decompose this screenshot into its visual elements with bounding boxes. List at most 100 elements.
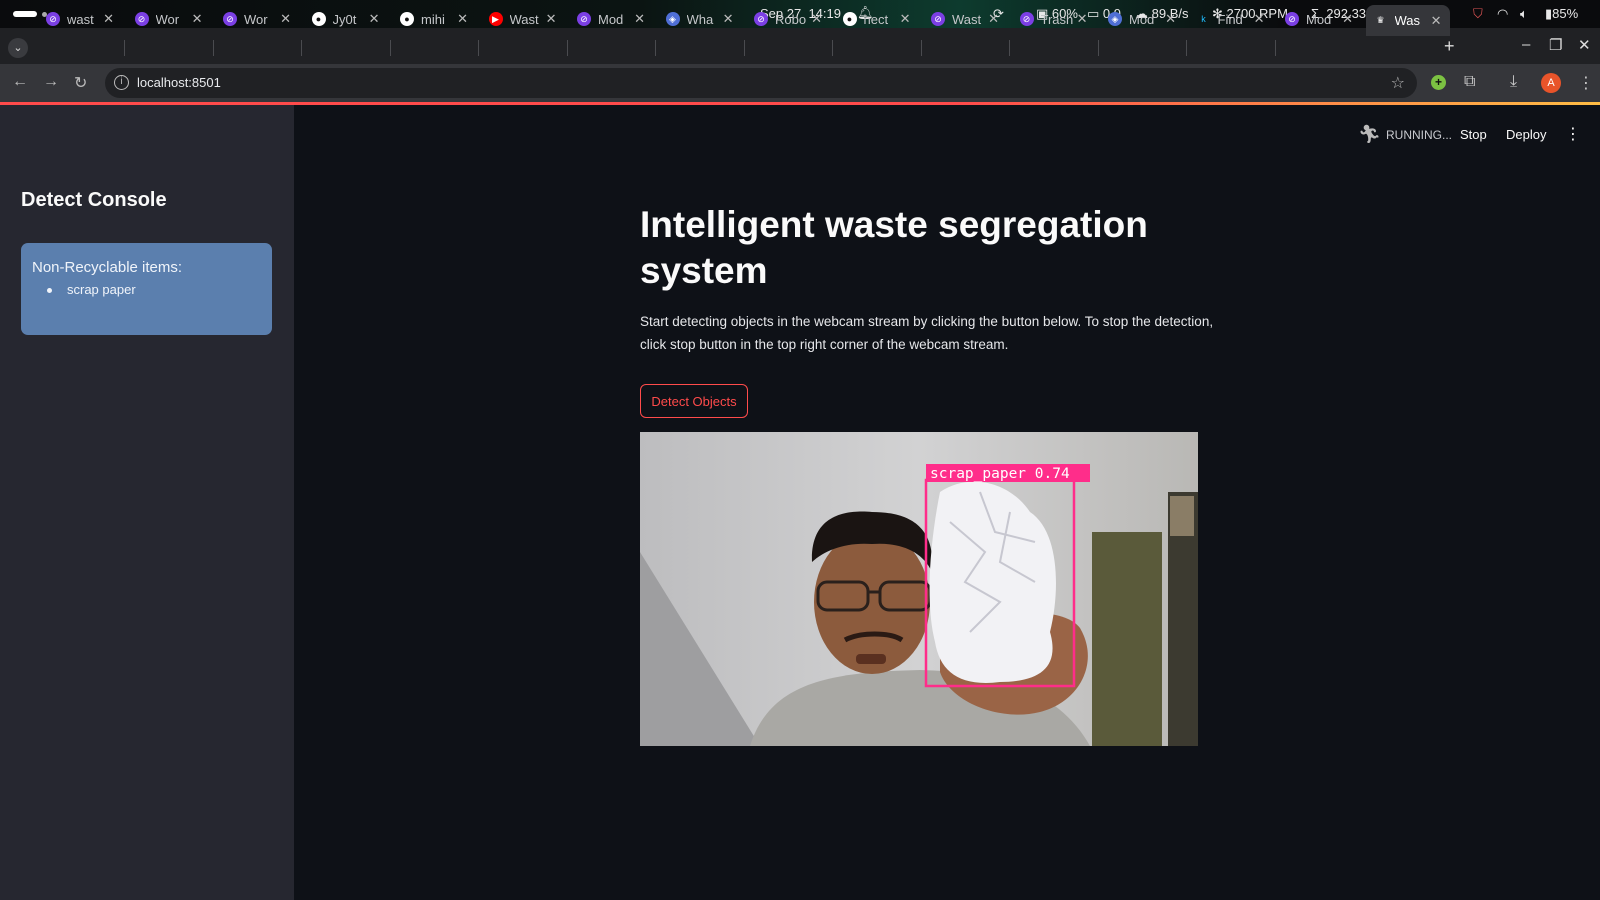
running-man-icon: 🏃︎: [1358, 124, 1381, 144]
close-window-icon[interactable]: ✕: [1578, 36, 1591, 54]
tab-label: mihi: [421, 11, 445, 27]
tab-close-icon[interactable]: ✕: [1165, 11, 1176, 27]
browser-tab[interactable]: ⊘ Wor ✕: [127, 5, 211, 33]
info-box: Non-Recyclable items: scrap paper: [21, 243, 272, 335]
tab-close-icon[interactable]: ✕: [1431, 13, 1442, 29]
page-description: Start detecting objects in the webcam st…: [640, 314, 1214, 352]
tab-close-icon[interactable]: ✕: [1254, 11, 1265, 27]
tab-search-chevron-down-icon[interactable]: ⌄: [8, 38, 28, 58]
tab-label: Wor: [244, 11, 268, 27]
tab-label: Wast: [952, 11, 982, 27]
tab-label: Mod: [598, 11, 624, 27]
reload-icon[interactable]: ↻: [74, 73, 87, 93]
tab-label: wast: [67, 11, 94, 27]
tab-label: Was: [1394, 13, 1421, 28]
tab-close-icon[interactable]: ✕: [192, 11, 203, 27]
page-title: Intelligent waste segregation system: [640, 204, 1148, 291]
battery-text: 85%: [1552, 6, 1579, 21]
browser-tab[interactable]: ● mihi ✕: [392, 5, 476, 33]
tab-separator: [389, 40, 391, 56]
browser-tab[interactable]: ◈ Mod ✕: [1100, 5, 1184, 33]
profile-avatar[interactable]: A: [1541, 73, 1561, 93]
tab-label: Trash: [1040, 11, 1074, 27]
browser-tab[interactable]: ⊘ Wast ✕: [923, 5, 1007, 33]
kaggle-icon: k: [1201, 14, 1206, 24]
security-icon[interactable]: ⛉: [1473, 6, 1483, 22]
tab-close-icon[interactable]: ✕: [900, 11, 911, 27]
volume-icon[interactable]: 🔈︎: [1520, 6, 1528, 22]
extensions-puzzle-icon[interactable]: ⧉: [1464, 73, 1475, 91]
download-icon[interactable]: ⤓: [1510, 73, 1517, 91]
tab-close-icon[interactable]: ✕: [457, 11, 468, 27]
tab-close-icon[interactable]: ✕: [280, 11, 291, 27]
tab-close-icon[interactable]: ✕: [634, 11, 645, 27]
tab-favicon-purple: ⊘: [46, 12, 60, 26]
tab-close-icon[interactable]: ✕: [546, 11, 557, 27]
browser-tab[interactable]: k Find ✕: [1189, 5, 1273, 33]
tab-separator: [655, 40, 656, 56]
browser-tab-strip: [0, 28, 1600, 64]
tab-favicon-globe: ◈: [665, 12, 680, 26]
restore-icon[interactable]: ❐: [1549, 36, 1562, 54]
deploy-button[interactable]: Deploy: [1506, 127, 1546, 142]
battery-stat[interactable]: ▮85%: [1545, 6, 1578, 22]
detect-objects-button[interactable]: Detect Objects: [640, 384, 748, 418]
browser-tab[interactable]: ⊘ Mod ✕: [569, 5, 653, 33]
site-info-icon[interactable]: i: [114, 75, 129, 90]
tab-separator: [1274, 40, 1276, 56]
tab-separator: [478, 40, 479, 56]
browser-tab[interactable]: ● hect ✕: [835, 5, 919, 33]
back-arrow-icon[interactable]: ←: [12, 73, 28, 91]
tab-close-icon[interactable]: ✕: [103, 11, 114, 27]
tab-close-icon[interactable]: ✕: [1077, 11, 1088, 27]
tab-label: Robo: [775, 11, 807, 27]
tab-label: Wor: [155, 11, 180, 27]
browser-tab[interactable]: ● Jy0t ✕: [304, 5, 388, 33]
tab-label: hect: [863, 11, 889, 27]
tab-close-icon[interactable]: ✕: [988, 11, 999, 27]
browser-toolbar: ← → ↻ i localhost:8501 ☆: [0, 64, 1600, 102]
browser-tab[interactable]: ⊘ Trash ✕: [1012, 5, 1096, 33]
tab-close-icon[interactable]: ✕: [1342, 11, 1353, 27]
browser-tab[interactable]: ⊘ Mod ✕: [1277, 5, 1361, 33]
new-tab-plus-icon[interactable]: +: [1444, 36, 1455, 57]
webcam-stream-image: scrap_paper 0.74: [640, 432, 1198, 746]
address-bar[interactable]: i localhost:8501 ☆: [105, 68, 1417, 98]
tab-close-icon[interactable]: ✕: [811, 11, 822, 27]
tab-favicon-purple: ⊘: [223, 12, 237, 26]
tab-separator: [743, 40, 745, 56]
minimize-icon[interactable]: –: [1522, 36, 1530, 53]
webcam-frame: scrap_paper 0.74: [640, 432, 1198, 746]
browser-tab[interactable]: ▶ Wast ✕: [481, 5, 565, 33]
main-menu-kebab-icon[interactable]: ⋮: [1565, 124, 1581, 144]
tab-label: Mod: [1306, 11, 1332, 27]
tab-favicon-purple: ⊘: [134, 12, 149, 26]
wifi-icon[interactable]: ◠: [1497, 6, 1508, 22]
tab-separator: [1186, 40, 1187, 56]
browser-tab[interactable]: ⊘ Wor ✕: [215, 5, 299, 33]
tab-label: Find: [1217, 11, 1243, 27]
tab-favicon-purple: ⊘: [931, 12, 945, 26]
stop-button[interactable]: Stop: [1460, 127, 1487, 142]
forward-arrow-icon[interactable]: →: [43, 73, 59, 91]
tab-separator: [566, 40, 568, 56]
browser-tab[interactable]: ⊘ Robo ✕: [746, 5, 830, 33]
bookmark-star-icon[interactable]: ☆: [1391, 73, 1405, 93]
extension-plus-icon[interactable]: +: [1431, 75, 1446, 90]
tab-favicon-purple: ⊘: [1285, 12, 1299, 26]
browser-menu-kebab-icon[interactable]: ⋮: [1578, 73, 1594, 93]
browser-tab[interactable]: ◈ Wha ✕: [658, 5, 742, 33]
browser-tab[interactable]: ♛ Was ✕: [1365, 5, 1450, 36]
sidebar-title: Detect Console: [21, 189, 167, 211]
url-text[interactable]: localhost:8501: [137, 75, 221, 90]
tab-close-icon[interactable]: ✕: [723, 11, 734, 27]
tab-favicon-purple: ⊘: [754, 12, 768, 26]
tab-favicon-purple: ⊘: [1019, 12, 1034, 26]
list-item: scrap paper: [47, 282, 261, 297]
tab-label: Mod: [1129, 11, 1155, 27]
tab-close-icon[interactable]: ✕: [369, 11, 380, 27]
tab-label: Wast: [509, 11, 539, 27]
tab-separator: [1097, 40, 1099, 56]
browser-tab[interactable]: ⊘ wast ✕: [38, 5, 122, 33]
workspace-indicator[interactable]: [13, 11, 37, 17]
